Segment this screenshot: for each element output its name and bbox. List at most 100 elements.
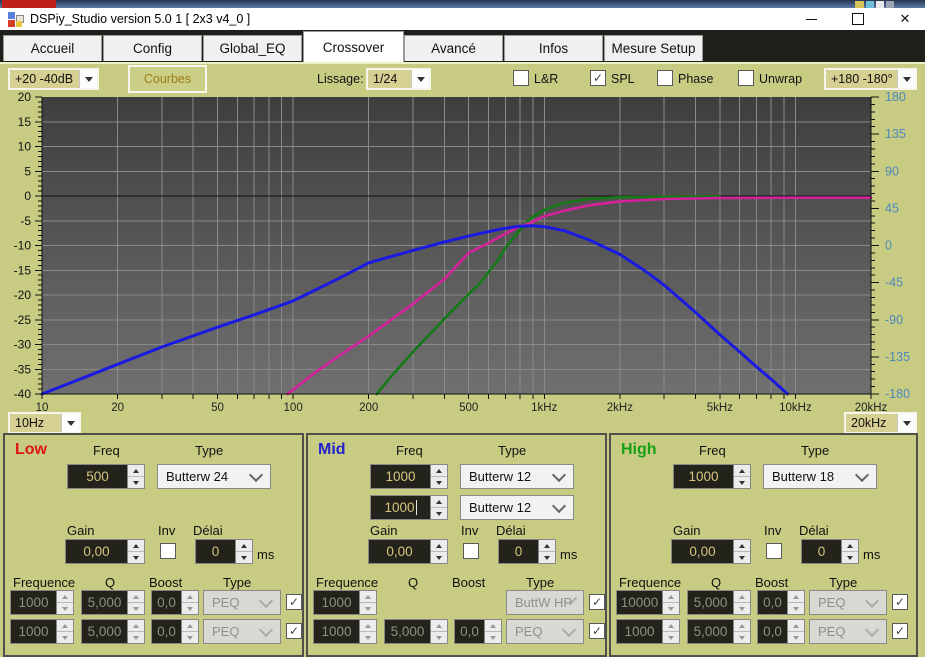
eq-q-spinner[interactable]: 5,000 [81, 590, 145, 615]
inv-checkbox[interactable] [766, 543, 782, 559]
spin-down-button[interactable] [734, 477, 750, 488]
spin-down-button[interactable] [842, 552, 858, 563]
xover-freq-spinner[interactable]: 500 [67, 464, 145, 489]
db-range-combo[interactable]: +20 -40dB [8, 68, 99, 90]
phase-checkbox[interactable] [657, 70, 673, 86]
eq-type-combo[interactable]: PEQ [809, 590, 887, 615]
maximize-button[interactable] [836, 8, 880, 30]
xover-type-combo[interactable]: Butterw 12 [460, 464, 574, 489]
eq-type-combo[interactable]: PEQ [506, 619, 584, 644]
spin-up-button[interactable] [734, 591, 750, 603]
xover-type-combo[interactable]: Butterw 12 [460, 495, 574, 520]
spin-down-button[interactable] [360, 632, 376, 643]
lissage-combo[interactable]: 1/24 [366, 68, 431, 90]
eq-boost-spinner[interactable]: 0,0 [757, 619, 805, 644]
spin-up-button[interactable] [57, 591, 73, 603]
eq-freq-spinner[interactable]: 1000 [10, 619, 74, 644]
spin-up-button[interactable] [431, 496, 447, 508]
tab-avance[interactable]: Avancé [404, 35, 503, 61]
gain-spinner[interactable]: 0,00 [368, 539, 448, 564]
xover-freq-spinner[interactable]: 1000 [673, 464, 751, 489]
eq-freq-spinner[interactable]: 1000 [313, 619, 377, 644]
eq-enable-checkbox[interactable] [892, 594, 908, 610]
spin-up-button[interactable] [236, 540, 252, 552]
eq-freq-spinner[interactable]: 1000 [10, 590, 74, 615]
eq-q-spinner[interactable]: 5,000 [384, 619, 448, 644]
spin-up-button[interactable] [431, 540, 447, 552]
eq-q-spinner[interactable]: 5,000 [687, 619, 751, 644]
spin-down-button[interactable] [431, 477, 447, 488]
eq-boost-spinner[interactable]: 0,0 [757, 590, 805, 615]
spin-up-button[interactable] [360, 591, 376, 603]
spin-up-button[interactable] [663, 620, 679, 632]
spin-down-button[interactable] [734, 552, 750, 563]
spin-down-button[interactable] [57, 632, 73, 643]
gain-spinner[interactable]: 0,00 [671, 539, 751, 564]
spin-up-button[interactable] [734, 620, 750, 632]
spin-down-button[interactable] [431, 552, 447, 563]
unwrap-checkbox[interactable] [738, 70, 754, 86]
freq-min-combo[interactable]: 10Hz [8, 412, 81, 434]
inv-checkbox[interactable] [160, 543, 176, 559]
inv-checkbox[interactable] [463, 543, 479, 559]
eq-enable-checkbox[interactable] [589, 594, 605, 610]
delay-spinner[interactable]: 0 [195, 539, 253, 564]
spin-up-button[interactable] [128, 540, 144, 552]
eq-q-spinner[interactable]: 5,000 [687, 590, 751, 615]
combo-dropdown-button[interactable] [411, 70, 429, 88]
spin-down-button[interactable] [734, 603, 750, 614]
spl-checkbox[interactable] [590, 70, 606, 86]
spin-up-button[interactable] [57, 620, 73, 632]
minimize-button[interactable] [789, 8, 833, 30]
delay-spinner[interactable]: 0 [801, 539, 859, 564]
spin-up-button[interactable] [128, 620, 144, 632]
spin-down-button[interactable] [236, 552, 252, 563]
spin-down-button[interactable] [663, 603, 679, 614]
spin-up-button[interactable] [788, 620, 804, 632]
combo-dropdown-button[interactable] [79, 70, 97, 88]
spin-down-button[interactable] [128, 477, 144, 488]
tab-infos[interactable]: Infos [504, 35, 603, 61]
xover-type-combo[interactable]: Butterw 24 [157, 464, 271, 489]
spin-down-button[interactable] [431, 508, 447, 519]
eq-boost-spinner[interactable]: 0,0 [454, 619, 502, 644]
spin-down-button[interactable] [360, 603, 376, 614]
xover-freq-spinner[interactable]: 1000 [370, 464, 448, 489]
spin-up-button[interactable] [788, 591, 804, 603]
eq-enable-checkbox[interactable] [286, 623, 302, 639]
courbes-button[interactable]: Courbes [128, 65, 207, 93]
tab-config[interactable]: Config [103, 35, 202, 61]
spin-up-button[interactable] [182, 591, 198, 603]
spin-down-button[interactable] [788, 603, 804, 614]
eq-type-combo[interactable]: PEQ [809, 619, 887, 644]
eq-freq-spinner[interactable]: 1000 [313, 590, 377, 615]
xover-freq-spinner[interactable]: 1000 [370, 495, 448, 520]
eq-freq-spinner[interactable]: 1000 [616, 619, 680, 644]
spin-down-button[interactable] [182, 632, 198, 643]
phase-range-combo[interactable]: +180 -180° [824, 68, 917, 90]
eq-type-combo[interactable]: PEQ [203, 619, 281, 644]
spin-up-button[interactable] [539, 540, 555, 552]
spin-down-button[interactable] [663, 632, 679, 643]
combo-dropdown-button[interactable] [897, 70, 915, 88]
spin-up-button[interactable] [734, 540, 750, 552]
close-button[interactable]: ✕ [883, 8, 925, 30]
freq-max-combo[interactable]: 20kHz [844, 412, 917, 434]
eq-freq-spinner[interactable]: 10000 [616, 590, 680, 615]
spin-down-button[interactable] [431, 632, 447, 643]
spin-down-button[interactable] [57, 603, 73, 614]
spin-up-button[interactable] [663, 591, 679, 603]
spin-down-button[interactable] [128, 632, 144, 643]
spin-up-button[interactable] [431, 465, 447, 477]
xover-type-combo[interactable]: Butterw 18 [763, 464, 877, 489]
spin-up-button[interactable] [128, 591, 144, 603]
eq-type-combo[interactable]: ButtW HP [506, 590, 584, 615]
spin-down-button[interactable] [485, 632, 501, 643]
spin-down-button[interactable] [128, 603, 144, 614]
spin-up-button[interactable] [842, 540, 858, 552]
spin-down-button[interactable] [734, 632, 750, 643]
eq-type-combo[interactable]: PEQ [203, 590, 281, 615]
spin-up-button[interactable] [182, 620, 198, 632]
spin-up-button[interactable] [431, 620, 447, 632]
gain-spinner[interactable]: 0,00 [65, 539, 145, 564]
